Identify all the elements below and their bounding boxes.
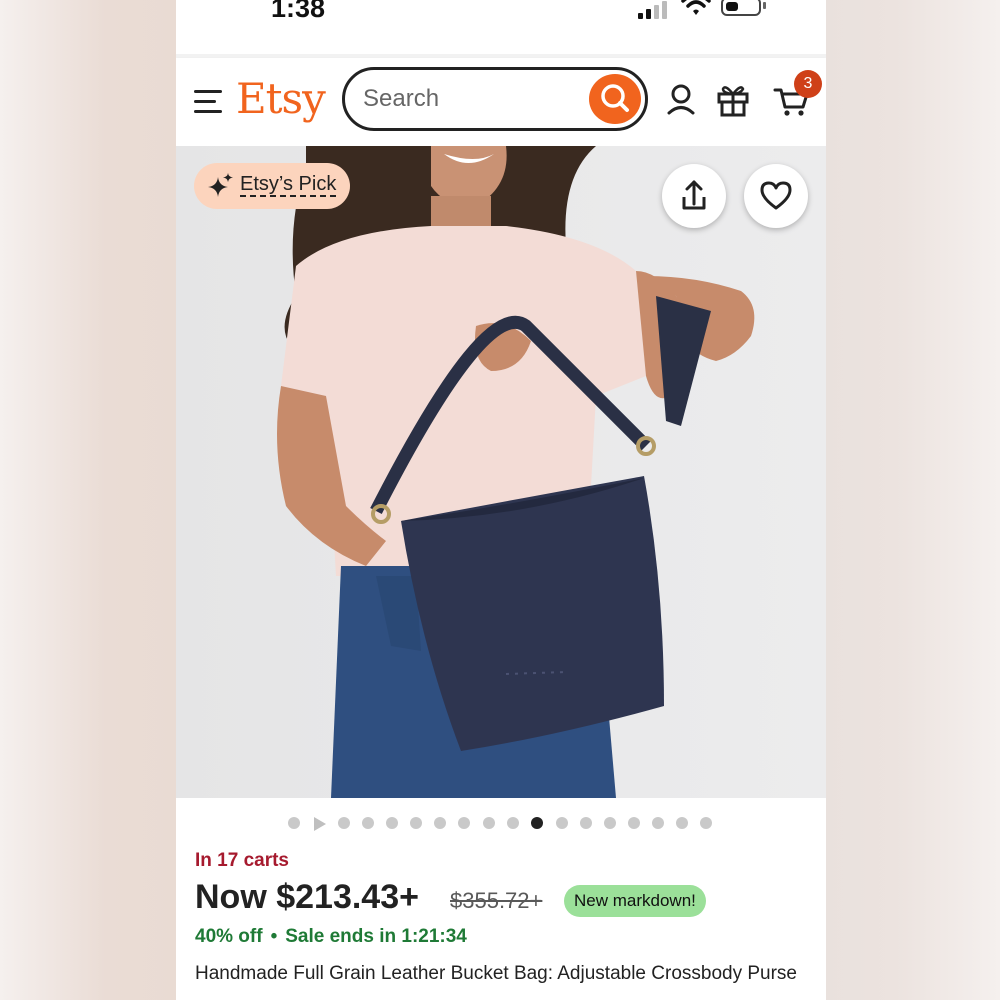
phone-screen: 1:38 Etsy Search 3 Etsy’s Pick In 17 car… bbox=[176, 0, 826, 1000]
menu-icon[interactable] bbox=[194, 90, 224, 114]
carousel-dot[interactable] bbox=[604, 817, 616, 829]
discount-label: 40% off bbox=[195, 926, 263, 947]
share-icon bbox=[682, 180, 706, 210]
carousel-dot[interactable] bbox=[580, 817, 592, 829]
current-price: Now $213.43+ bbox=[195, 878, 419, 916]
app-header: Etsy 3 bbox=[176, 58, 826, 146]
original-price: $355.72+ bbox=[450, 888, 543, 913]
separator-dot: • bbox=[270, 926, 278, 947]
favorite-button[interactable] bbox=[744, 164, 808, 228]
price-row: Now $213.43+ $355.72+ New markdown! bbox=[195, 876, 825, 922]
status-bar: 1:38 bbox=[176, 0, 826, 54]
background-blur-left bbox=[0, 0, 176, 1000]
user-icon[interactable] bbox=[661, 80, 701, 120]
background-blur-right bbox=[826, 0, 1000, 1000]
product-image[interactable]: Etsy’s Pick bbox=[176, 146, 826, 798]
in-carts-count: In 17 carts bbox=[195, 850, 289, 871]
markdown-badge: New markdown! bbox=[564, 885, 706, 917]
wifi-icon bbox=[681, 0, 711, 15]
product-photo bbox=[176, 146, 826, 798]
carousel-dot[interactable] bbox=[628, 817, 640, 829]
carousel-dot[interactable] bbox=[458, 817, 470, 829]
etsys-pick-label: Etsy’s Pick bbox=[240, 173, 337, 197]
carousel-dot[interactable] bbox=[434, 817, 446, 829]
carousel-dot[interactable] bbox=[483, 817, 495, 829]
search-icon bbox=[601, 84, 629, 112]
carousel-dot[interactable] bbox=[338, 817, 350, 829]
search-button[interactable] bbox=[589, 74, 641, 124]
sale-countdown: Sale ends in 1:21:34 bbox=[285, 926, 467, 947]
carousel-dot[interactable] bbox=[288, 817, 300, 829]
carousel-dot[interactable] bbox=[410, 817, 422, 829]
carousel-dot[interactable] bbox=[507, 817, 519, 829]
search-input[interactable] bbox=[363, 84, 573, 114]
status-time: 1:38 bbox=[271, 0, 326, 23]
carousel-dot[interactable] bbox=[556, 817, 568, 829]
carousel-dot[interactable] bbox=[652, 817, 664, 829]
carousel-dot[interactable] bbox=[386, 817, 398, 829]
etsys-pick-badge[interactable]: Etsy’s Pick bbox=[194, 163, 350, 209]
signal-icon bbox=[638, 0, 670, 19]
sparkle-icon bbox=[208, 173, 233, 197]
heart-icon bbox=[760, 181, 792, 210]
cart-count-badge[interactable]: 3 bbox=[794, 70, 822, 98]
carousel-dot[interactable] bbox=[676, 817, 688, 829]
etsy-logo[interactable]: Etsy bbox=[236, 74, 326, 123]
share-button[interactable] bbox=[662, 164, 726, 228]
carousel-dot[interactable] bbox=[700, 817, 712, 829]
battery-icon bbox=[721, 0, 761, 16]
gift-icon[interactable] bbox=[713, 80, 753, 120]
product-title[interactable]: Handmade Full Grain Leather Bucket Bag: … bbox=[195, 962, 825, 985]
carousel-dot-active[interactable] bbox=[531, 817, 543, 829]
sale-info: 40% off • Sale ends in 1:21:34 bbox=[195, 926, 467, 948]
video-play-icon[interactable] bbox=[314, 817, 326, 831]
carousel-dot[interactable] bbox=[362, 817, 374, 829]
search-bar[interactable] bbox=[342, 67, 648, 131]
